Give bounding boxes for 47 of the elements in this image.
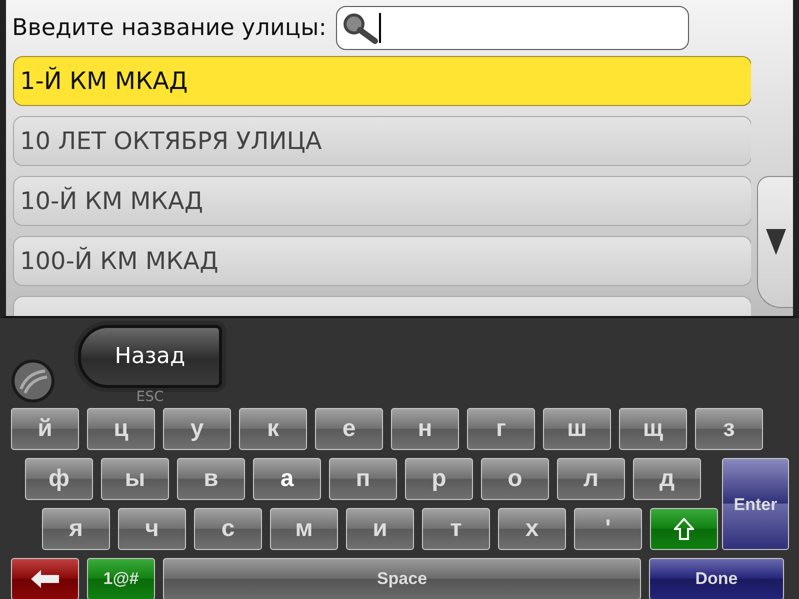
symbols-key[interactable]: 1@# [87,558,155,599]
space-key[interactable]: Space [163,558,641,599]
done-key[interactable]: Done [649,558,784,599]
key[interactable]: д [633,458,701,500]
search-icon [342,12,378,44]
key[interactable]: с [194,508,262,550]
scroll-down-button[interactable] [757,176,793,308]
backspace-key[interactable] [11,558,79,599]
key[interactable]: ц [87,408,155,450]
key[interactable]: к [239,408,307,450]
key[interactable]: н [391,408,459,450]
key[interactable]: м [270,508,338,550]
down-triangle-icon [766,229,786,255]
street-item[interactable]: 10-Й КМ МКАД [13,176,752,226]
key[interactable]: ' [574,508,642,550]
key[interactable]: е [315,408,383,450]
key[interactable]: о [481,458,549,500]
key[interactable]: п [329,458,397,500]
shift-key[interactable] [650,508,718,550]
key[interactable]: а [253,458,321,500]
key[interactable]: р [405,458,473,500]
key[interactable]: л [557,458,625,500]
key[interactable]: г [467,408,535,450]
globe-icon[interactable] [11,359,55,403]
up-arrow-icon [674,518,694,540]
key[interactable]: я [42,508,110,550]
key[interactable]: ф [25,458,93,500]
key[interactable]: ы [101,458,169,500]
street-item[interactable]: 100-Й КМ МКАД [13,236,752,286]
text-cursor [379,13,382,43]
key[interactable]: у [163,408,231,450]
street-item[interactable]: 1-Й КМ МКАД [13,56,752,106]
street-item[interactable]: 10 ЛЕТ ОКТЯБРЯ УЛИЦА [13,116,752,166]
key[interactable]: т [422,508,490,550]
key[interactable]: й [11,408,79,450]
key[interactable]: щ [619,408,687,450]
left-arrow-icon [30,569,60,589]
key[interactable]: ш [543,408,611,450]
key[interactable]: и [346,508,414,550]
key[interactable]: в [177,458,245,500]
shortcut-hint: ESC [136,389,164,405]
key[interactable]: з [695,408,763,450]
search-field[interactable] [336,6,690,50]
search-label: Введите название улицы: [12,15,326,41]
enter-key[interactable]: Enter [722,458,789,550]
key[interactable]: х [498,508,566,550]
key[interactable]: ч [118,508,186,550]
